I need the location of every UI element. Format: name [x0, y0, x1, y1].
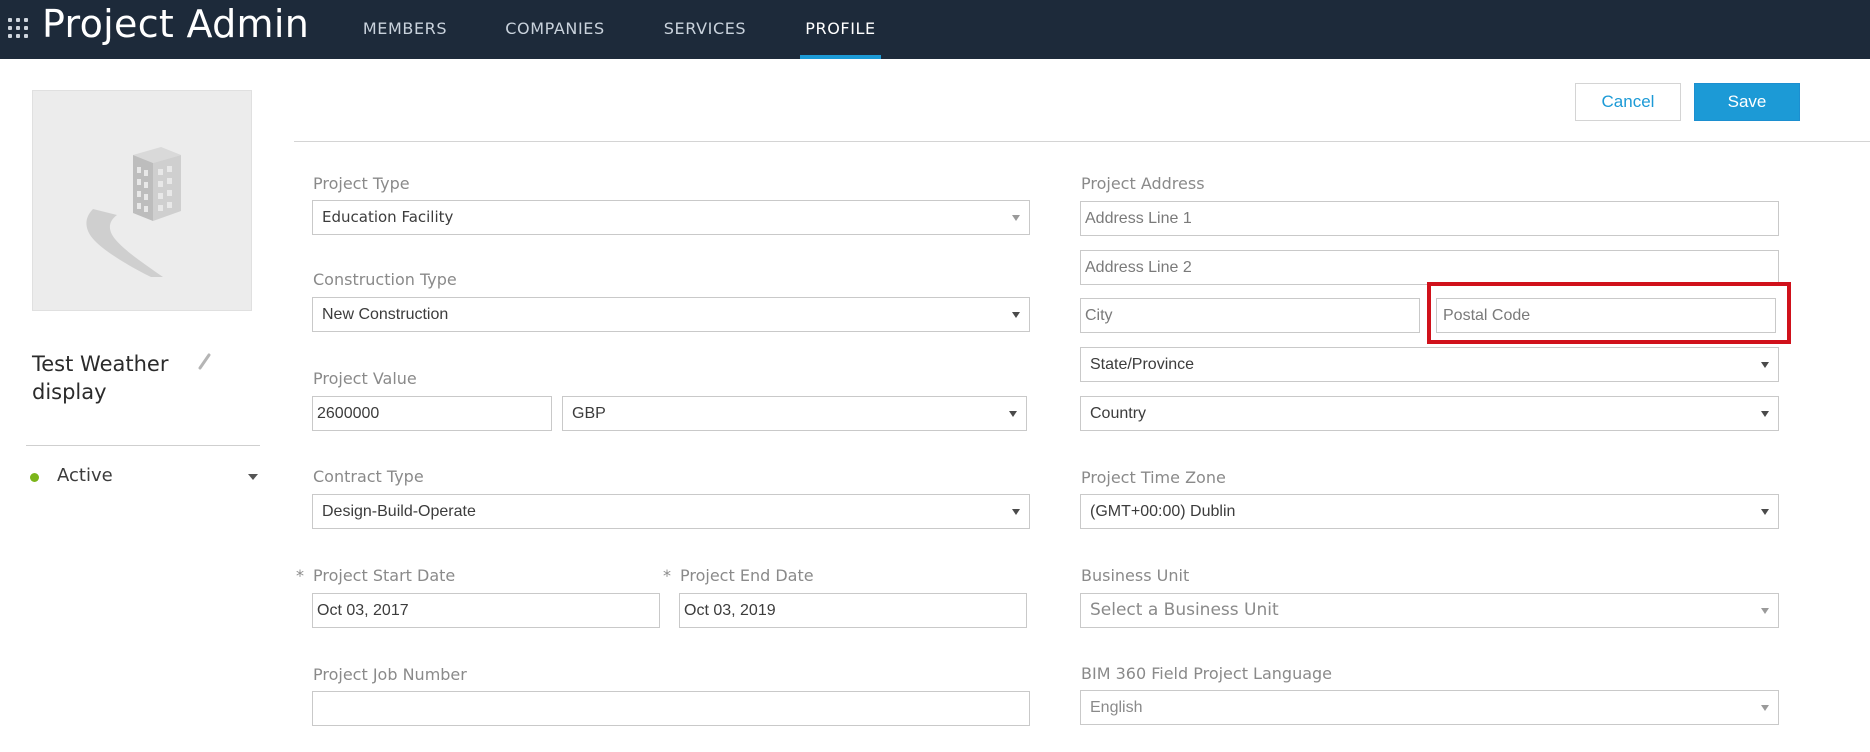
business-unit-placeholder: Select a Business Unit	[1090, 600, 1279, 620]
status-dropdown-caret-icon[interactable]	[248, 474, 258, 480]
business-unit-select[interactable]: Select a Business Unit	[1080, 593, 1779, 628]
tab-members[interactable]: MEMBERS	[360, 0, 450, 59]
active-tab-indicator	[800, 55, 881, 59]
chevron-down-icon	[1761, 705, 1769, 711]
contract-type-value: Design-Build-Operate	[322, 503, 476, 520]
project-type-value: Education Facility	[322, 208, 454, 226]
project-name: Test Weather display	[32, 352, 169, 404]
chevron-down-icon	[1761, 411, 1769, 417]
project-language-value: English	[1090, 699, 1143, 716]
country-select[interactable]: Country	[1080, 396, 1779, 431]
header-divider	[294, 141, 1870, 142]
project-value-input[interactable]: 2600000	[312, 396, 552, 431]
business-unit-label: Business Unit	[1081, 566, 1190, 585]
start-date-label: Project Start Date	[313, 566, 456, 585]
project-value-amount: 2600000	[317, 405, 380, 422]
chevron-down-icon	[1761, 362, 1769, 368]
currency-select[interactable]: GBP	[562, 396, 1027, 431]
end-date-label: Project End Date	[680, 566, 814, 585]
state-province-placeholder: State/Province	[1090, 356, 1195, 373]
construction-type-select[interactable]: New Construction	[312, 297, 1030, 332]
time-zone-value: (GMT+00:00) Dublin	[1090, 503, 1236, 520]
required-marker: *	[663, 566, 671, 585]
end-date-input[interactable]: Oct 03, 2019	[679, 593, 1027, 628]
tab-services[interactable]: SERVICES	[660, 0, 750, 59]
currency-value: GBP	[572, 405, 606, 422]
app-launcher-grid-icon[interactable]	[8, 18, 30, 40]
start-date-value: Oct 03, 2017	[317, 602, 409, 619]
contract-type-label: Contract Type	[313, 467, 424, 486]
postal-code-highlight-box	[1427, 282, 1791, 344]
project-value-label: Project Value	[313, 369, 417, 388]
save-button[interactable]: Save	[1694, 83, 1800, 121]
start-date-input[interactable]: Oct 03, 2017	[312, 593, 660, 628]
sidebar-divider	[26, 445, 260, 446]
status-label[interactable]: Active	[57, 465, 113, 486]
status-dot-icon	[30, 473, 39, 482]
construction-type-value: New Construction	[322, 306, 449, 323]
chevron-down-icon	[1761, 509, 1769, 515]
state-province-select[interactable]: State/Province	[1080, 347, 1779, 382]
address-line2-input[interactable]: Address Line 2	[1080, 250, 1779, 285]
project-language-label: BIM 360 Field Project Language	[1081, 664, 1333, 683]
project-language-select[interactable]: English	[1080, 690, 1779, 725]
project-type-select[interactable]: Education Facility	[312, 200, 1030, 235]
address-line2-placeholder: Address Line 2	[1085, 259, 1192, 276]
chevron-down-icon	[1761, 608, 1769, 614]
job-number-label: Project Job Number	[313, 665, 467, 684]
cancel-button[interactable]: Cancel	[1575, 83, 1681, 121]
city-placeholder: City	[1085, 307, 1113, 324]
address-line1-input[interactable]: Address Line 1	[1080, 201, 1779, 236]
chevron-down-icon	[1012, 215, 1020, 221]
tab-companies[interactable]: COMPANIES	[502, 0, 608, 59]
top-bar: Project Admin MEMBERS COMPANIES SERVICES…	[0, 0, 1870, 59]
building-icon	[86, 147, 181, 277]
end-date-value: Oct 03, 2019	[684, 602, 776, 619]
chevron-down-icon	[1012, 312, 1020, 318]
project-thumbnail[interactable]	[32, 90, 252, 311]
job-number-input[interactable]	[312, 691, 1030, 726]
chevron-down-icon	[1012, 509, 1020, 515]
contract-type-select[interactable]: Design-Build-Operate	[312, 494, 1030, 529]
app-title: Project Admin	[42, 2, 310, 46]
chevron-down-icon	[1009, 411, 1017, 417]
time-zone-select[interactable]: (GMT+00:00) Dublin	[1080, 494, 1779, 529]
country-placeholder: Country	[1090, 405, 1147, 422]
time-zone-label: Project Time Zone	[1081, 468, 1226, 487]
required-marker: *	[296, 566, 304, 585]
construction-type-label: Construction Type	[313, 270, 457, 289]
city-input[interactable]: City	[1080, 298, 1420, 333]
pencil-icon[interactable]	[194, 352, 214, 372]
tab-profile[interactable]: PROFILE	[800, 0, 881, 59]
project-address-label: Project Address	[1081, 174, 1205, 193]
address-line1-placeholder: Address Line 1	[1085, 210, 1192, 227]
project-type-label: Project Type	[313, 174, 410, 193]
